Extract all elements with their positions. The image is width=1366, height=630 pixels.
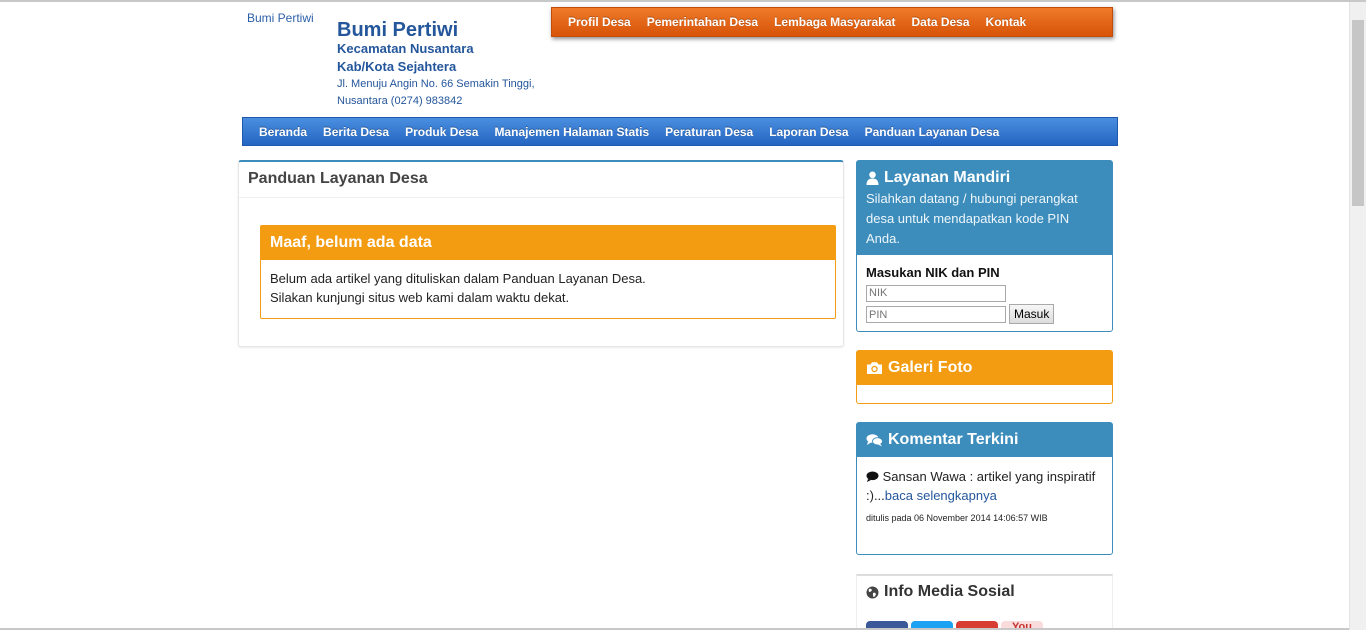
nav-kontak[interactable]: Kontak — [986, 15, 1027, 29]
vertical-scrollbar[interactable] — [1349, 2, 1366, 630]
comment-text: Sansan Wawa : artikel yang inspiratif :)… — [866, 467, 1103, 505]
globe-icon — [866, 586, 879, 598]
nav-manajemen-halaman-statis[interactable]: Manajemen Halaman Statis — [494, 125, 649, 139]
galeri-foto-title-row: Galeri Foto — [866, 359, 1103, 377]
content-panel: Panduan Layanan Desa Maaf, belum ada dat… — [238, 160, 844, 347]
masuk-button[interactable]: Masuk — [1009, 303, 1055, 324]
site-logo[interactable]: Bumi Pertiwi — [247, 11, 314, 25]
nav-berita-desa[interactable]: Berita Desa — [323, 125, 389, 139]
login-form: Masukan NIK dan PIN Masuk — [857, 255, 1112, 334]
komentar-terkini-title: Komentar Terkini — [888, 431, 1019, 448]
nav-peraturan-desa[interactable]: Peraturan Desa — [665, 125, 753, 139]
layanan-mandiri-header: Layanan Mandiri Silahkan datang / hubung… — [857, 161, 1112, 255]
window-top-border — [0, 0, 1366, 2]
layanan-mandiri-title-row: Layanan Mandiri — [866, 169, 1103, 187]
nik-input[interactable] — [866, 284, 1006, 302]
nav-lembaga-masyarakat[interactable]: Lembaga Masyarakat — [774, 15, 895, 29]
info-media-sosial-title-row: Info Media Sosial — [857, 576, 1112, 608]
comment-item: Sansan Wawa : artikel yang inspiratif :)… — [857, 457, 1112, 538]
comment-timestamp: ditulis pada 06 November 2014 14:06:57 W… — [866, 513, 1048, 523]
comments-icon — [866, 434, 883, 447]
layanan-mandiri-panel: Layanan Mandiri Silahkan datang / hubung… — [856, 160, 1113, 332]
comment-icon — [866, 471, 879, 482]
nav-panduan-layanan-desa[interactable]: Panduan Layanan Desa — [865, 125, 1000, 139]
site-address-line2: Nusantara (0274) 983842 — [337, 95, 463, 107]
komentar-terkini-title-row: Komentar Terkini — [866, 431, 1103, 449]
nav-laporan-desa[interactable]: Laporan Desa — [769, 125, 848, 139]
site-kabupaten: Kab/Kota Sejahtera — [337, 59, 457, 74]
galeri-foto-panel: Galeri Foto — [856, 350, 1113, 404]
alert-title: Maaf, belum ada data — [261, 226, 835, 260]
galeri-foto-title[interactable]: Galeri Foto — [888, 359, 972, 377]
info-media-sosial-title: Info Media Sosial — [884, 583, 1015, 600]
camera-icon — [867, 362, 882, 374]
site-kecamatan: Kecamatan Nusantara — [337, 41, 474, 56]
pin-input[interactable] — [866, 306, 1006, 323]
page-title: Panduan Layanan Desa — [239, 162, 843, 198]
galeri-foto-header: Galeri Foto — [857, 351, 1112, 385]
nav-pemerintahan-desa[interactable]: Pemerintahan Desa — [647, 15, 758, 29]
alert-body: Belum ada artikel yang dituliskan dalam … — [261, 260, 835, 316]
nav-beranda[interactable]: Beranda — [259, 125, 307, 139]
scrollbar-thumb[interactable] — [1352, 20, 1364, 206]
layanan-mandiri-description: Silahkan datang / hubungi perangkat desa… — [866, 191, 1078, 246]
komentar-terkini-panel: Komentar Terkini Sansan Wawa : artikel y… — [856, 422, 1113, 555]
nav-profil-desa[interactable]: Profil Desa — [568, 15, 631, 29]
top-navigation: Profil Desa Pemerintahan Desa Lembaga Ma… — [551, 7, 1113, 37]
user-icon — [866, 171, 879, 185]
site-address-line1: Jl. Menuju Angin No. 66 Semakin Tinggi, — [337, 78, 535, 90]
info-media-sosial-panel: Info Media Sosial You — [856, 574, 1113, 630]
main-navigation: Beranda Berita Desa Produk Desa Manajeme… — [242, 117, 1118, 146]
nav-data-desa[interactable]: Data Desa — [912, 15, 970, 29]
read-more-link[interactable]: baca selengkapnya — [885, 488, 997, 503]
empty-data-alert: Maaf, belum ada data Belum ada artikel y… — [260, 225, 836, 319]
layanan-mandiri-title: Layanan Mandiri — [884, 169, 1011, 186]
alert-line-1: Belum ada artikel yang dituliskan dalam … — [270, 271, 646, 286]
nav-produk-desa[interactable]: Produk Desa — [405, 125, 478, 139]
site-title[interactable]: Bumi Pertiwi — [337, 19, 458, 42]
alert-line-2: Silakan kunjungi situs web kami dalam wa… — [270, 290, 570, 305]
login-form-label: Masukan NIK dan PIN — [866, 265, 1000, 280]
komentar-terkini-header: Komentar Terkini — [857, 423, 1112, 457]
